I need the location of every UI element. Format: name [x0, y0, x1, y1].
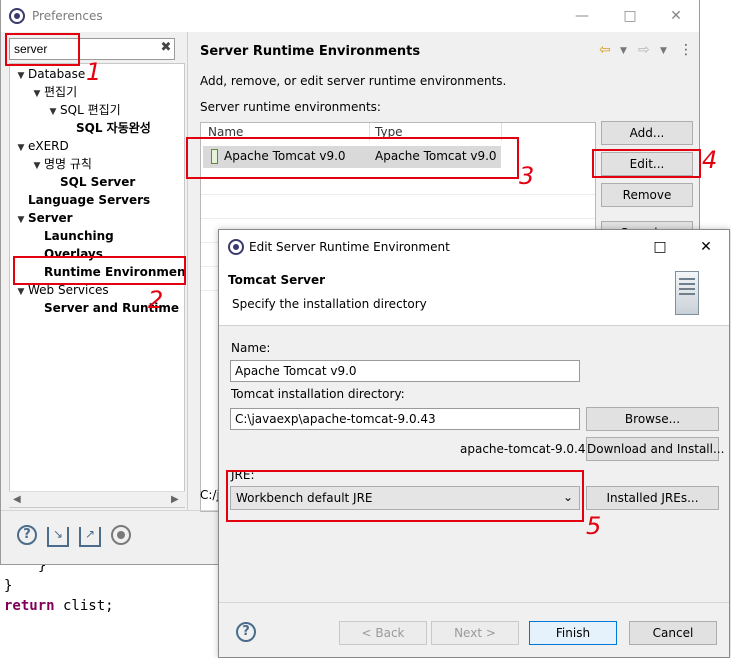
chevron-down-icon[interactable]: ▼: [46, 104, 60, 120]
tree-node-label: SQL 편집기: [60, 103, 121, 117]
code-line-brace-outer: }: [4, 578, 13, 594]
view-menu-icon[interactable]: ⋮: [679, 42, 693, 58]
page-description: Add, remove, or edit server runtime envi…: [200, 74, 507, 88]
close-icon[interactable]: ✕: [691, 237, 721, 257]
detected-version-text: apache-tomcat-9.0.43: [460, 442, 594, 456]
annotation-number-2: 2: [148, 286, 164, 314]
preferences-title: Preferences: [32, 9, 103, 23]
help-icon[interactable]: ?: [236, 622, 256, 642]
edit-dialog-titlebar[interactable]: Edit Server Runtime Environment □ ✕: [219, 230, 729, 264]
installed-jres-button[interactable]: Installed JREs...: [586, 486, 719, 510]
code-line-return: return clist;: [4, 598, 114, 614]
annotation-box-runtime-row: [186, 137, 519, 179]
maximize-icon[interactable]: □: [645, 237, 675, 257]
eclipse-app-icon: [228, 239, 244, 255]
close-icon[interactable]: ✕: [661, 6, 691, 26]
eclipse-app-icon: [9, 8, 25, 24]
tree-node-label: Server: [28, 211, 73, 225]
name-label: Name:: [231, 341, 271, 355]
back-nav-menu-icon[interactable]: ▼: [620, 46, 627, 56]
edit-dialog-title: Edit Server Runtime Environment: [249, 240, 450, 254]
edit-runtime-dialog: Edit Server Runtime Environment □ ✕ Tomc…: [218, 229, 730, 658]
browse-button[interactable]: Browse...: [586, 407, 719, 431]
tree-horizontal-scrollbar[interactable]: ◀ ▶: [9, 491, 185, 507]
annotation-number-3: 3: [519, 162, 535, 190]
back-button[interactable]: < Back: [339, 621, 427, 645]
import-icon[interactable]: ↘: [47, 527, 69, 547]
chevron-down-icon[interactable]: ▼: [14, 284, 28, 300]
minimize-icon[interactable]: —: [567, 6, 597, 26]
return-expression: clist;: [54, 598, 114, 614]
tree-node-label: Database: [28, 67, 86, 81]
tree-node-label: 명명 규칙: [44, 157, 92, 171]
chevron-down-icon[interactable]: ▼: [14, 140, 28, 156]
install-dir-label: Tomcat installation directory:: [231, 387, 405, 401]
annotation-number-5: 5: [586, 512, 602, 540]
forward-nav-menu-icon[interactable]: ▼: [660, 46, 667, 56]
runtime-list-label: Server runtime environments:: [200, 100, 381, 114]
annotation-number-4: 4: [702, 146, 718, 174]
tree-node[interactable]: ▼ 편집기: [30, 84, 78, 102]
chevron-down-icon[interactable]: ▼: [30, 158, 44, 174]
tree-node[interactable]: ▼ Server: [14, 210, 73, 228]
annotation-box-edit-button: [592, 149, 701, 178]
chevron-down-icon[interactable]: ▼: [14, 212, 28, 228]
scroll-right-icon[interactable]: ▶: [171, 492, 179, 508]
tree-node-label: Language Servers: [28, 193, 151, 207]
wizard-header-subtitle: Specify the installation directory: [232, 297, 427, 311]
tree-node[interactable]: ▼ SQL 편집기: [46, 102, 121, 120]
table-gridline: [201, 194, 595, 195]
tree-node[interactable]: ▼ Database: [14, 66, 86, 84]
server-icon-slot: [679, 283, 695, 285]
tree-node-label: Web Services: [28, 283, 109, 297]
tree-node[interactable]: SQL 자동완성: [62, 120, 151, 136]
chevron-down-icon[interactable]: ▼: [30, 86, 44, 102]
record-icon[interactable]: [111, 525, 131, 545]
back-nav-icon[interactable]: ⇦: [599, 42, 611, 58]
tree-node-label: 편집기: [44, 85, 78, 99]
tree-node-label: eXERD: [28, 139, 69, 153]
tree-node-label: SQL Server: [60, 175, 136, 189]
server-icon: [675, 271, 699, 315]
wizard-header: Tomcat Server Specify the installation d…: [219, 264, 729, 326]
add-button[interactable]: Add...: [601, 121, 693, 145]
download-install-button[interactable]: Download and Install...: [586, 437, 724, 461]
server-icon-slot: [679, 288, 695, 290]
install-dir-field[interactable]: C:\javaexp\apache-tomcat-9.0.43: [230, 408, 580, 430]
return-keyword: return: [4, 598, 55, 614]
table-gridline: [201, 218, 595, 219]
tree-node[interactable]: Language Servers: [14, 192, 150, 208]
annotation-box-filter: [5, 33, 80, 66]
maximize-icon[interactable]: □: [615, 6, 645, 26]
wizard-footer: ? < Back Next > Finish Cancel: [219, 602, 729, 658]
next-button[interactable]: Next >: [431, 621, 519, 645]
annotation-number-1: 1: [86, 58, 102, 86]
finish-button[interactable]: Finish: [529, 621, 617, 645]
tree-node[interactable]: ▼ eXERD: [14, 138, 69, 156]
tree-node[interactable]: Launching: [30, 228, 114, 244]
tree-node-label: SQL 자동완성: [76, 121, 151, 135]
chevron-down-icon[interactable]: ▼: [14, 68, 28, 84]
annotation-box-jre: [226, 470, 584, 522]
page-title: Server Runtime Environments: [200, 44, 421, 59]
tree-node-label: Launching: [44, 229, 114, 243]
export-icon[interactable]: ↗: [79, 527, 101, 547]
help-icon[interactable]: ?: [17, 525, 37, 545]
wizard-header-title: Tomcat Server: [228, 273, 326, 287]
name-field[interactable]: Apache Tomcat v9.0: [230, 360, 580, 382]
server-icon-slot: [679, 293, 695, 295]
scroll-left-icon[interactable]: ◀: [13, 492, 21, 508]
tree-node[interactable]: ▼ 명명 규칙: [30, 156, 92, 174]
cancel-button[interactable]: Cancel: [629, 621, 717, 645]
annotation-box-runtime-environments: [13, 256, 186, 285]
preferences-titlebar[interactable]: Preferences — □ ✕: [1, 0, 699, 32]
server-icon-slot: [679, 278, 695, 280]
forward-nav-icon[interactable]: ⇨: [638, 42, 650, 58]
remove-button[interactable]: Remove: [601, 183, 693, 207]
clear-filter-icon[interactable]: ✖: [159, 40, 173, 56]
tree-node[interactable]: SQL Server: [46, 174, 135, 190]
